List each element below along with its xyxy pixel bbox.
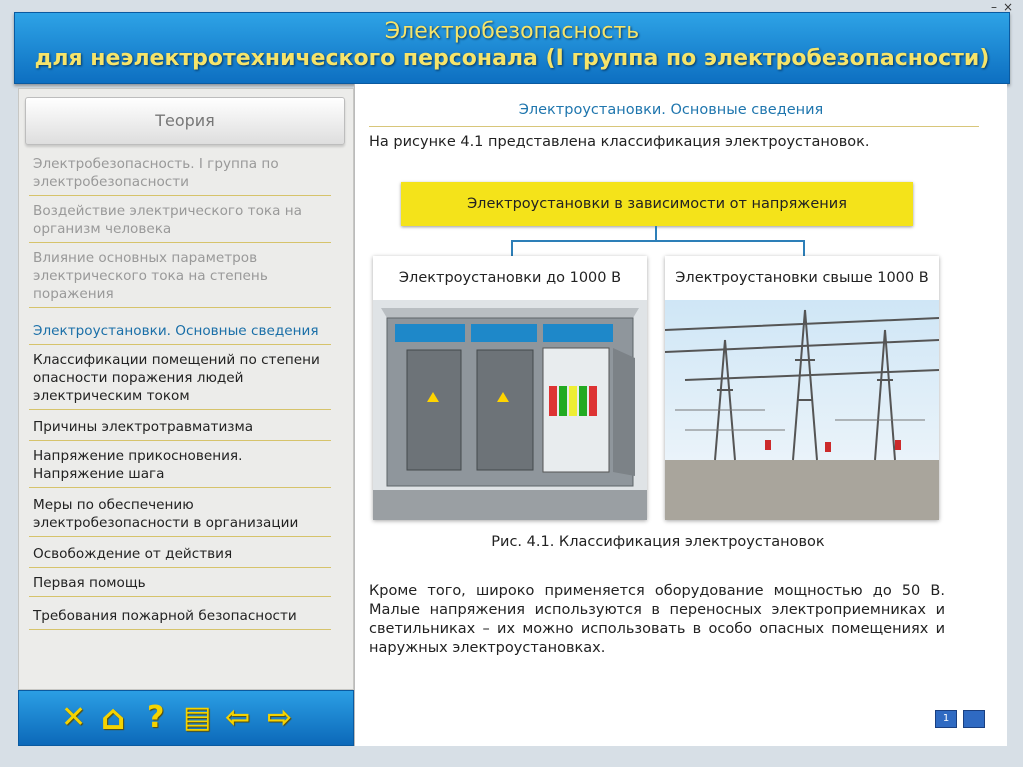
section-title: Электроустановки. Основные сведения [518, 102, 824, 118]
sidebar: Теория Электробезопасность. I группа по … [18, 88, 354, 690]
help-icon[interactable]: ? [147, 703, 164, 733]
diagram-connector-right [803, 240, 805, 256]
menu-item-current-effect[interactable]: Воздействие электрического тока на орган… [29, 202, 331, 243]
card-high-voltage-label: Электроустановки свыше 1000 В [675, 270, 929, 286]
menu-item-installations[interactable]: Электроустановки. Основные сведения [29, 322, 331, 345]
intro-text: На рисунке 4.1 представлена классификаци… [369, 134, 870, 150]
menu-item-room-classification[interactable]: Классификации помещений по степени опасн… [29, 351, 331, 410]
menu-item-injury-causes[interactable]: Причины электротравматизма [29, 418, 331, 441]
menu-item-first-aid[interactable]: Первая помощь [29, 574, 331, 597]
body-paragraph: Кроме того, широко применяется оборудова… [369, 583, 945, 656]
card-low-voltage-label: Электроустановки до 1000 В [398, 270, 622, 286]
arrow-left-icon[interactable]: ⇦ [225, 703, 250, 733]
diagram-connector-left [511, 240, 513, 256]
menu-item-safety-measures[interactable]: Меры по обеспечению электробезопасности … [29, 496, 331, 537]
menu-item-touch-voltage[interactable]: Напряжение прикосновения. Напряжение шаг… [29, 447, 331, 488]
course-title-line2: для неэлектротехнического персонала (I г… [34, 46, 990, 71]
navigation-toolbar: ✕ ⌂ ? ▤ ⇦ ⇨ [18, 690, 354, 746]
figure-caption: Рис. 4.1. Классификация электроустановок [491, 534, 825, 550]
diagram-connector-vertical [655, 226, 657, 240]
theory-button[interactable]: Теория [25, 97, 345, 145]
menu-item-release[interactable]: Освобождение от действия [29, 545, 331, 568]
topic-menu: Электробезопасность. I группа по электро… [29, 155, 331, 630]
switchgear-image [373, 300, 647, 520]
diagram-root-box: Электроустановки в зависимости от напряж… [401, 182, 913, 226]
card-low-voltage: Электроустановки до 1000 В [373, 256, 647, 520]
diagram-connector-horizontal [511, 240, 805, 242]
substation-image [665, 300, 939, 520]
contents-icon[interactable]: ▤ [183, 703, 211, 733]
page-2-button[interactable] [963, 710, 985, 728]
menu-item-current-parameters[interactable]: Влияние основных параметров электрическо… [29, 249, 331, 308]
section-divider [369, 126, 979, 127]
menu-item-electrosafety[interactable]: Электробезопасность. I группа по электро… [29, 155, 331, 196]
menu-item-fire-safety[interactable]: Требования пожарной безопасности [29, 607, 331, 630]
course-header: Электробезопасность для неэлектротехниче… [14, 12, 1010, 84]
home-icon[interactable]: ⌂ [101, 701, 125, 735]
course-title-line1: Электробезопасность [384, 19, 640, 44]
card-high-voltage: Электроустановки свыше 1000 В [665, 256, 939, 520]
page-1-button[interactable]: 1 [935, 710, 957, 728]
content-panel: Электроустановки. Основные сведения На р… [354, 84, 1007, 746]
arrow-right-icon[interactable]: ⇨ [267, 703, 292, 733]
close-icon[interactable]: ✕ [61, 703, 86, 733]
